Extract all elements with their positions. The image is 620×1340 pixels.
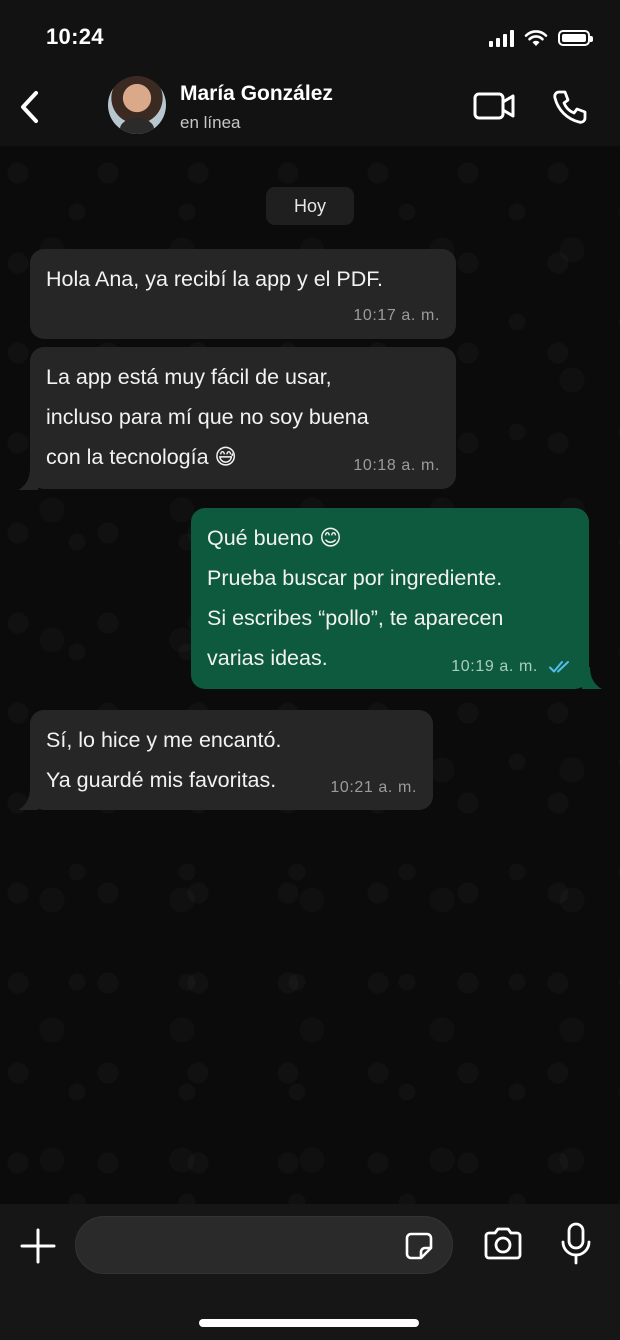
- bubble-tail: [18, 468, 38, 490]
- message-bubble-incoming[interactable]: Sí, lo hice y me encantó. Ya guardé mis f…: [30, 710, 433, 810]
- bubble-tail: [582, 667, 602, 689]
- sticker-icon[interactable]: [404, 1231, 434, 1261]
- plus-icon[interactable]: [18, 1226, 58, 1266]
- message-time: 10:21 a. m.: [330, 779, 417, 796]
- status-bar: 10:24: [0, 0, 620, 70]
- message-time: 10:17 a. m.: [353, 307, 440, 324]
- contact-status: en línea: [180, 113, 241, 132]
- message-text: La app está muy fácil de usar, incluso pa…: [46, 365, 369, 469]
- message-time: 10:19 a. m.: [451, 658, 538, 675]
- back-button[interactable]: [8, 82, 52, 132]
- video-call-icon[interactable]: [472, 88, 516, 124]
- status-time: 10:24: [46, 24, 104, 49]
- home-indicator[interactable]: [199, 1319, 419, 1327]
- message-bubble-incoming[interactable]: Hola Ana, ya recibí la app y el PDF. 10:…: [30, 249, 456, 339]
- message-input[interactable]: [75, 1216, 453, 1274]
- message-bubble-outgoing[interactable]: Qué bueno 😊 Prueba buscar por ingrediente…: [191, 508, 589, 689]
- contact-name[interactable]: María González: [180, 82, 333, 106]
- phone-icon[interactable]: [550, 88, 588, 126]
- message-text: Hola Ana, ya recibí la app y el PDF.: [46, 267, 384, 291]
- message-bubble-incoming[interactable]: La app está muy fácil de usar, incluso pa…: [30, 347, 456, 489]
- message-text: Qué bueno 😊 Prueba buscar por ingrediente…: [207, 526, 504, 670]
- battery-icon: [558, 30, 593, 46]
- chat-header: María González en línea: [0, 70, 620, 146]
- message-time: 10:18 a. m.: [353, 457, 440, 474]
- back-chevron-icon: [21, 91, 38, 123]
- chat-area[interactable]: Hoy Hola Ana, ya recibí la app y el PDF.…: [0, 146, 620, 1204]
- message-meta: 10:19 a. m.: [451, 656, 573, 678]
- signal-icon: [489, 29, 514, 47]
- message-text: Sí, lo hice y me encantó. Ya guardé mis f…: [46, 728, 282, 792]
- date-chip: Hoy: [266, 187, 354, 225]
- status-icons: [489, 28, 593, 48]
- bubble-tail: [18, 788, 38, 810]
- contact-avatar[interactable]: [108, 76, 166, 134]
- mic-icon[interactable]: [560, 1222, 592, 1266]
- read-ticks-icon: [549, 660, 569, 673]
- camera-icon[interactable]: [482, 1226, 524, 1262]
- wifi-icon: [524, 30, 548, 46]
